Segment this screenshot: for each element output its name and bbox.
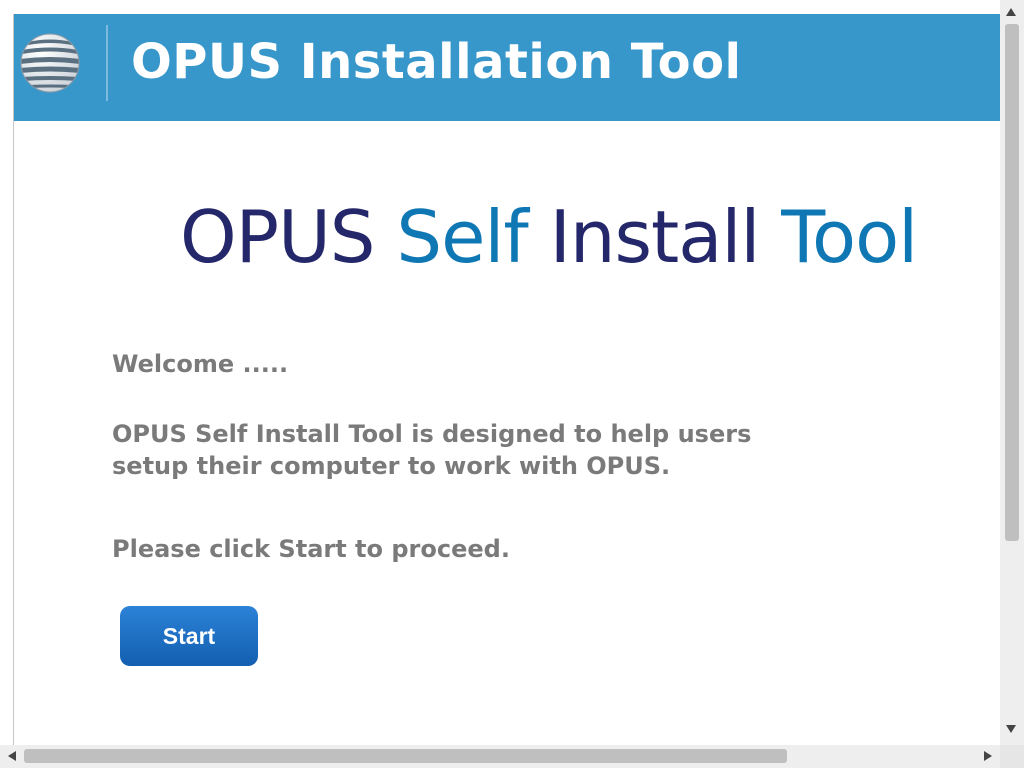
scroll-left-arrow-icon[interactable] [8,751,16,761]
banner-word-opus: OPUS [180,195,375,279]
banner-word-tool: Tool [781,195,918,279]
vertical-scrollbar[interactable] [1000,0,1024,745]
description-line-1: OPUS Self Install Tool is designed to he… [112,420,752,448]
horizontal-scroll-thumb[interactable] [24,749,787,763]
page-viewport: OPUS Installation Tool OPUS Self Install… [0,0,1000,745]
scroll-up-arrow-icon[interactable] [1006,8,1016,16]
description-line-2: setup their computer to work with OPUS. [112,452,671,480]
banner-word-self: Self [396,195,528,279]
vertical-scroll-thumb[interactable] [1005,24,1019,541]
page-title: OPUS Installation Tool [131,34,742,90]
start-button[interactable]: Start [120,606,258,666]
header-divider [106,25,108,101]
horizontal-scrollbar[interactable] [0,745,1000,768]
top-spacer [0,0,1000,14]
scrollbar-corner [1000,745,1024,768]
proceed-instruction: Please click Start to proceed. [112,535,510,563]
left-border [13,14,14,745]
banner-word-install: Install [549,195,761,279]
welcome-text: Welcome ..... [112,350,289,378]
banner-logo: OPUS Self Install Tool [180,192,918,282]
scroll-right-arrow-icon[interactable] [984,751,992,761]
scroll-down-arrow-icon[interactable] [1006,725,1016,733]
att-globe-icon [20,33,80,93]
